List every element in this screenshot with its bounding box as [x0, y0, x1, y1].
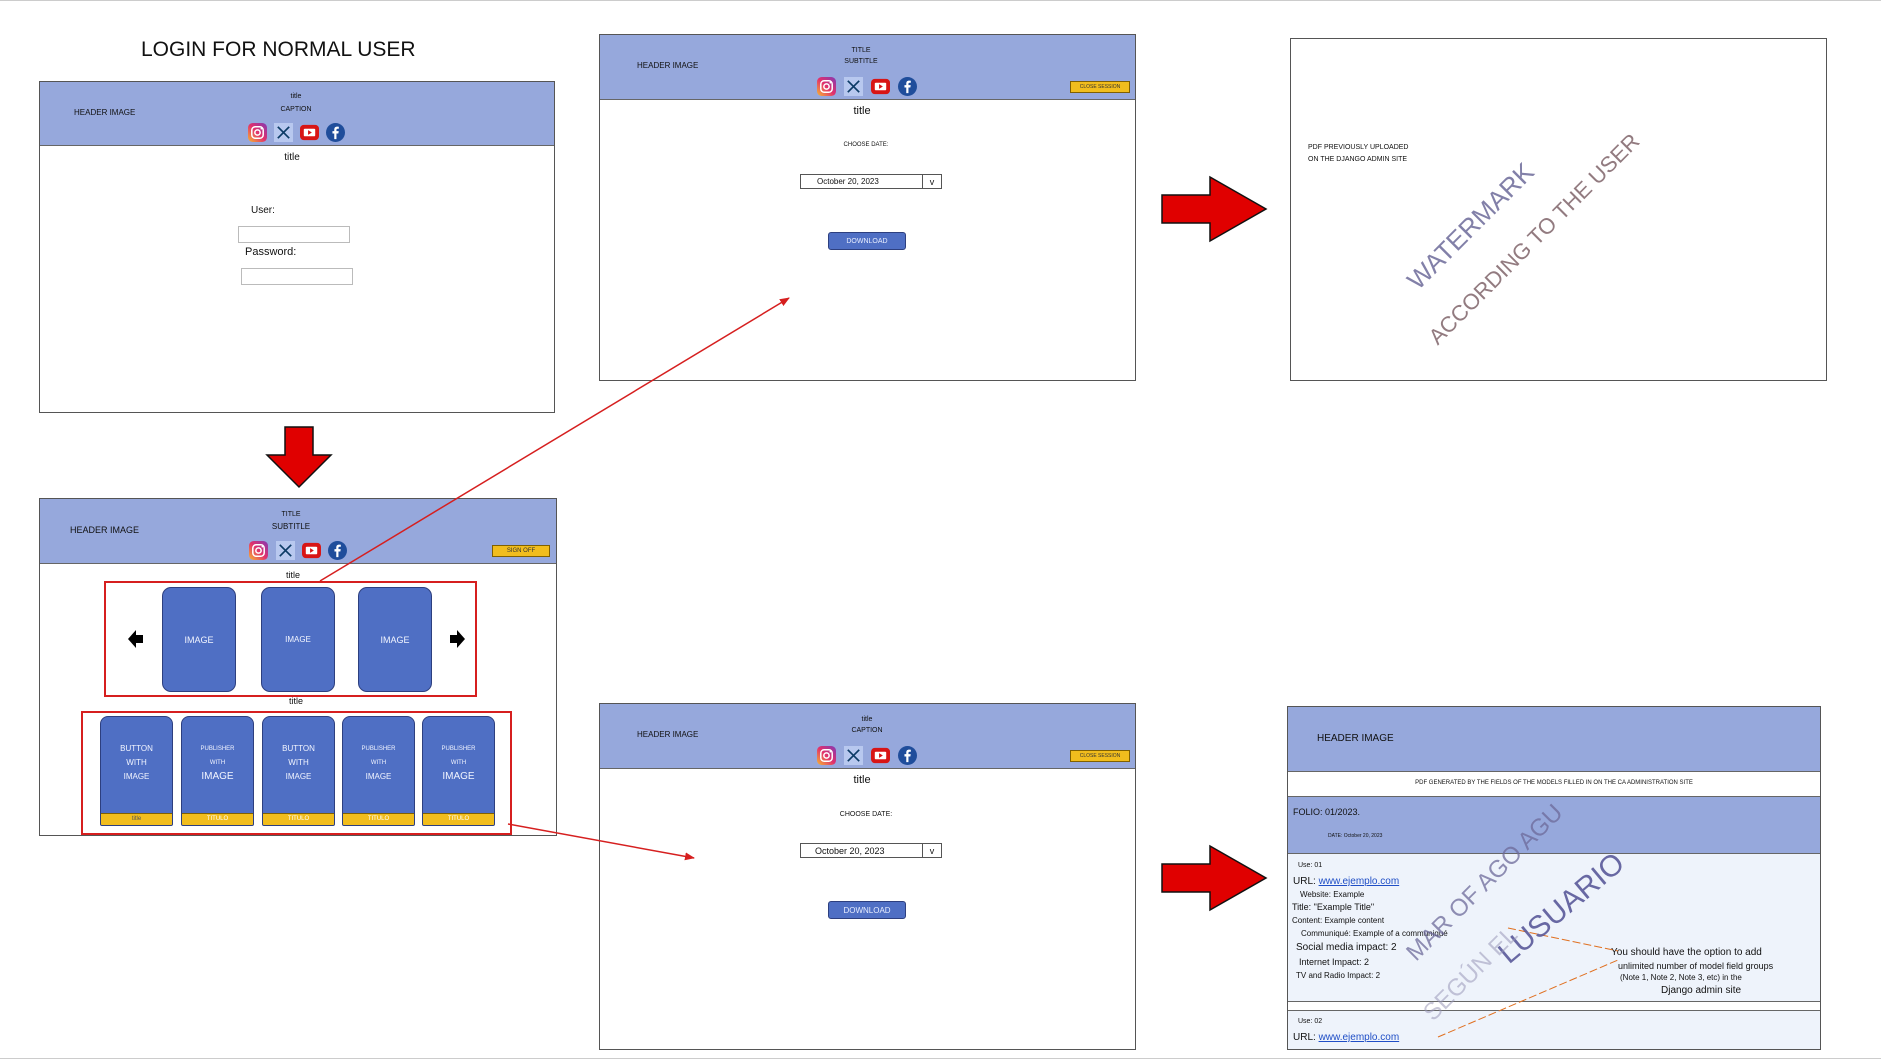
pdf-preview-bottom: HEADER IMAGE PDF GENERATED BY THE FIELDS…	[1287, 706, 1821, 1050]
connector-publishers-to-download	[507, 823, 695, 861]
pdf-line-1: PDF PREVIOUSLY UPLOADED	[1308, 144, 1409, 151]
pdf-line-2: ON THE DJANGO ADMIN SITE	[1308, 156, 1408, 163]
watermark-text: WATERMARK	[1401, 156, 1540, 296]
watermark-dash-lines	[1437, 927, 1619, 1038]
red-arrow-right	[1161, 844, 1268, 912]
red-arrow-right	[1161, 175, 1268, 243]
pdf-preview-top: PDF PREVIOUSLY UPLOADED ON THE DJANGO AD…	[1290, 38, 1827, 381]
connector-carousel-to-download	[319, 297, 790, 582]
